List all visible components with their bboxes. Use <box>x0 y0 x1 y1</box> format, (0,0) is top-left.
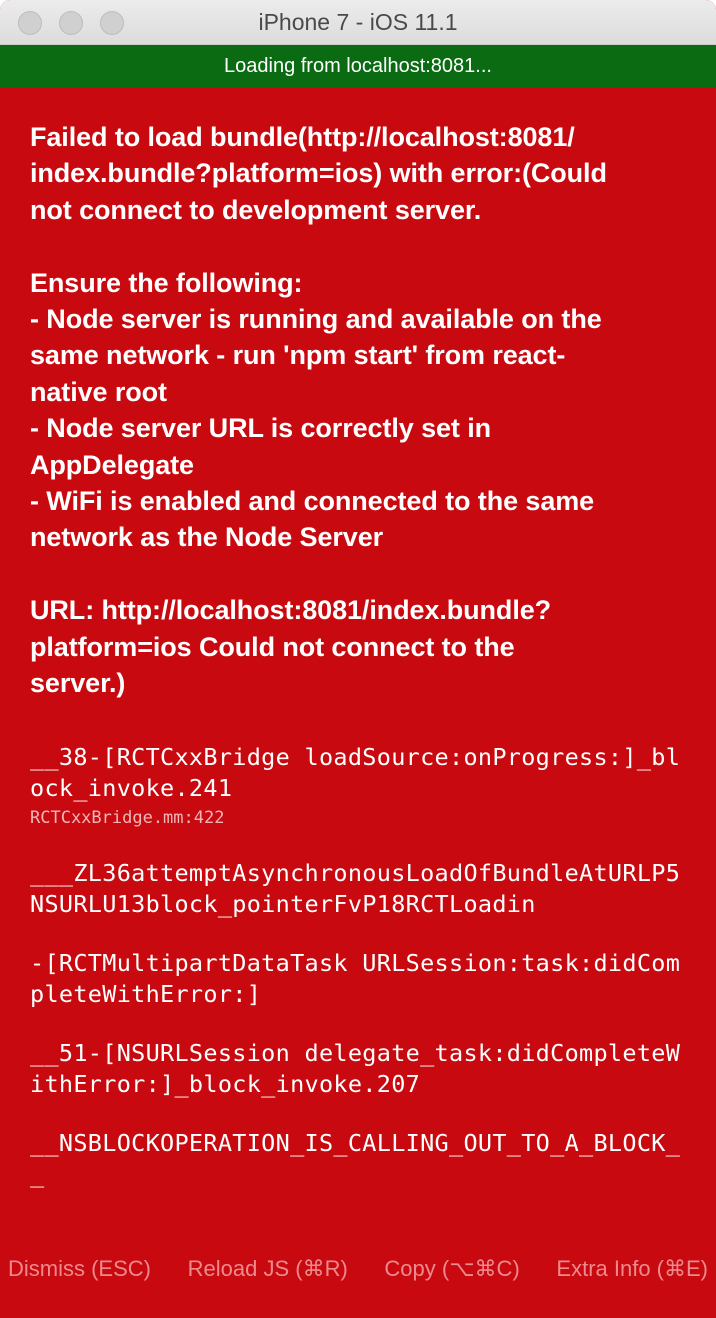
zoom-window-button[interactable] <box>100 11 124 35</box>
copy-button[interactable]: Copy (⌥⌘C) <box>384 1256 519 1282</box>
stack-frame-method: __51-[NSURLSession delegate_task:didComp… <box>30 1038 681 1098</box>
window-title: iPhone 7 - iOS 11.1 <box>258 8 458 35</box>
simulator-window: iPhone 7 - iOS 11.1 Loading from localho… <box>0 0 716 1318</box>
stack-frame-method: -[RCTMultipartDataTask URLSession:task:d… <box>30 948 681 1008</box>
reload-js-button[interactable]: Reload JS (⌘R) <box>188 1256 348 1282</box>
stack-frame-file: RCTCxxBridge.mm:422 <box>30 807 225 828</box>
stack-frame-method: __38-[RCTCxxBridge loadSource:onProgress… <box>30 742 681 802</box>
stack-frame-method: __NSBLOCKOPERATION_IS_CALLING_OUT_TO_A_B… <box>30 1128 681 1188</box>
stack-frame[interactable]: -[RCTMultipartDataTask URLSession:task:d… <box>30 948 686 1010</box>
extra-info-button[interactable]: Extra Info (⌘E) <box>556 1256 708 1282</box>
stack-frame[interactable]: __NSBLOCKOPERATION_IS_CALLING_OUT_TO_A_B… <box>30 1128 686 1190</box>
window-titlebar: iPhone 7 - iOS 11.1 <box>0 0 716 45</box>
stack-trace: __38-[RCTCxxBridge loadSource:onProgress… <box>30 742 686 1190</box>
dismiss-button[interactable]: Dismiss (ESC) <box>8 1256 151 1282</box>
stack-frame-method: ___ZL36attemptAsynchronousLoadOfBundleAt… <box>30 858 681 918</box>
stack-frame[interactable]: __51-[NSURLSession delegate_task:didComp… <box>30 1038 686 1100</box>
stack-frame[interactable]: __38-[RCTCxxBridge loadSource:onProgress… <box>30 742 686 830</box>
stack-frame[interactable]: ___ZL36attemptAsynchronousLoadOfBundleAt… <box>30 858 686 920</box>
minimize-window-button[interactable] <box>59 11 83 35</box>
redbox-content[interactable]: Failed to load bundle(http://localhost:8… <box>0 87 716 1190</box>
loading-banner: Loading from localhost:8081... <box>0 45 716 87</box>
close-window-button[interactable] <box>18 11 42 35</box>
error-message: Failed to load bundle(http://localhost:8… <box>30 122 607 699</box>
window-controls <box>18 11 124 35</box>
redbox-button-bar: Dismiss (ESC) Reload JS (⌘R) Copy (⌥⌘C) … <box>0 1256 716 1282</box>
